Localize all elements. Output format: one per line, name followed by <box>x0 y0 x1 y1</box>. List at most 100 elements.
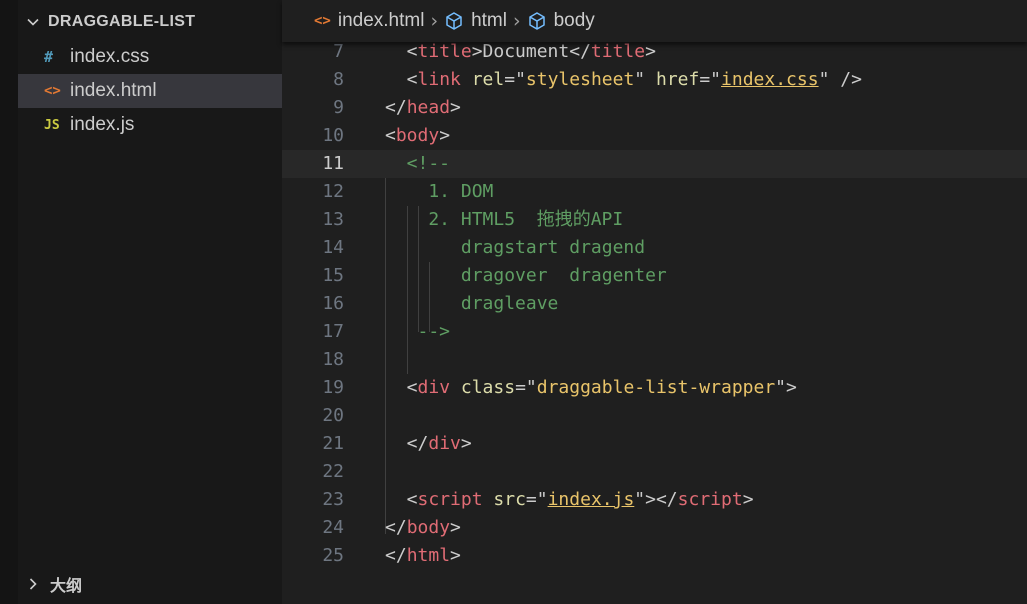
code-line[interactable]: 8 <link rel="stylesheet" href="index.css… <box>282 66 1027 94</box>
code-token: div <box>428 433 461 454</box>
code-token: rel <box>471 69 505 90</box>
code-text: dragstart dragend <box>385 234 645 262</box>
outline-label: 大纲 <box>50 578 83 595</box>
code-line[interactable]: 10 <body> <box>282 122 1027 150</box>
html-file-icon: <> <box>44 83 61 99</box>
code-token: dragleave <box>385 293 559 314</box>
code-token: " <box>634 69 656 90</box>
code-token: </ <box>385 433 429 454</box>
code-token: =" <box>515 377 537 398</box>
code-line[interactable]: 9 </head> <box>282 94 1027 122</box>
file-item-index-html[interactable]: <> index.html <box>18 74 282 108</box>
code-token: </ <box>385 545 407 566</box>
code-token: script <box>417 489 483 510</box>
breadcrumb-html[interactable]: html <box>444 10 507 32</box>
code-token: > <box>450 97 461 118</box>
line-number: 9 <box>333 97 344 118</box>
line-number: 23 <box>322 489 344 510</box>
code-token: body <box>395 125 440 146</box>
chevron-right-icon: › <box>512 10 521 32</box>
line-number: 13 <box>322 209 344 230</box>
explorer-sidebar: DRAGGABLE-LIST # index.css <> index.html… <box>0 0 282 604</box>
code-token: index.js <box>547 489 635 510</box>
code-line[interactable]: 16 dragleave <box>282 290 1027 318</box>
code-text: <script src="index.js"></script> <box>385 486 754 514</box>
activity-strip <box>0 0 18 604</box>
code-token: =" <box>525 489 548 510</box>
code-line[interactable]: 17 --> <box>282 318 1027 346</box>
code-token: </ <box>385 517 407 538</box>
code-text: dragleave <box>385 290 559 318</box>
line-number: 24 <box>322 517 344 538</box>
explorer-folder-header[interactable]: DRAGGABLE-LIST <box>18 8 282 36</box>
code-token: =" <box>699 69 722 90</box>
code-area[interactable]: 6 <meta name="viewport" content="width=d… <box>282 24 1027 604</box>
html-file-icon: <> <box>314 13 331 29</box>
code-line[interactable]: 14 dragstart dragend <box>282 234 1027 262</box>
code-token: link <box>417 69 461 90</box>
code-token: > <box>742 489 754 510</box>
code-token: script <box>677 489 743 510</box>
line-number: 12 <box>322 181 344 202</box>
file-item-index-css[interactable]: # index.css <box>18 40 282 74</box>
code-text: </html> <box>385 542 461 570</box>
code-line[interactable]: 22 <box>282 458 1027 486</box>
line-number: 17 <box>322 321 344 342</box>
code-token: > <box>645 41 656 62</box>
breadcrumb-body[interactable]: body <box>527 10 595 32</box>
line-number: 21 <box>322 433 344 454</box>
code-line[interactable]: 12 1. DOM <box>282 178 1027 206</box>
code-line[interactable]: 15 dragover dragenter <box>282 262 1027 290</box>
line-number: 14 <box>322 237 344 258</box>
code-text: <link rel="stylesheet" href="index.css" … <box>385 66 862 94</box>
code-token: body <box>406 517 451 538</box>
code-token: >Document</ <box>471 41 591 62</box>
code-token: src <box>493 489 526 510</box>
code-token: > <box>450 517 461 538</box>
code-line[interactable]: 13 2. HTML5 拖拽的API <box>282 206 1027 234</box>
code-line[interactable]: 11 <!-- <box>282 150 1027 178</box>
line-number: 16 <box>322 293 344 314</box>
code-text: </div> <box>385 430 472 458</box>
file-name: index.css <box>70 46 150 67</box>
code-line[interactable]: 19 <div class="draggable-list-wrapper"> <box>282 374 1027 402</box>
line-number: 18 <box>322 349 344 370</box>
line-number: 25 <box>322 545 344 566</box>
css-file-icon: # <box>44 48 54 66</box>
code-editor[interactable]: <> index.html › html › body 6 <meta name… <box>282 0 1027 604</box>
code-text: </head> <box>385 94 461 122</box>
code-line[interactable]: 18 <box>282 346 1027 374</box>
code-token: div <box>417 377 451 398</box>
code-text: <!-- <box>385 150 450 178</box>
code-line[interactable]: 25 </html> <box>282 542 1027 570</box>
code-text: --> <box>385 318 451 346</box>
file-name: index.js <box>70 114 135 135</box>
file-item-index-js[interactable]: JS index.js <box>18 108 282 142</box>
code-line[interactable]: 24 </body> <box>282 514 1027 542</box>
code-token: title <box>417 41 472 62</box>
code-token: dragstart dragend <box>385 237 646 258</box>
outline-section-header[interactable]: 大纲 <box>18 568 282 600</box>
code-token: " /> <box>818 69 862 90</box>
line-number: 7 <box>333 41 344 62</box>
code-line[interactable]: 23 <script src="index.js"></script> <box>282 486 1027 514</box>
code-line[interactable]: 7 <title>Document</title> <box>282 38 1027 66</box>
breadcrumb: <> index.html › html › body <box>282 0 1027 42</box>
cube-icon <box>444 11 464 31</box>
chevron-right-icon <box>18 576 48 592</box>
code-token: draggable-list-wrapper <box>536 377 776 398</box>
code-token: 2. HTML5 拖拽的API <box>385 209 624 230</box>
file-name: index.html <box>70 80 157 101</box>
line-number: 20 <box>322 405 344 426</box>
breadcrumb-file[interactable]: <> index.html <box>314 10 424 32</box>
line-number: 11 <box>322 153 344 174</box>
code-line[interactable]: 21 </div> <box>282 430 1027 458</box>
code-token: head <box>406 97 451 118</box>
code-line[interactable]: 20 <box>282 402 1027 430</box>
code-token: <!-- <box>385 153 451 174</box>
code-token: "></ <box>634 489 678 510</box>
code-token: dragover dragenter <box>385 265 667 286</box>
chevron-right-icon: › <box>430 10 439 32</box>
